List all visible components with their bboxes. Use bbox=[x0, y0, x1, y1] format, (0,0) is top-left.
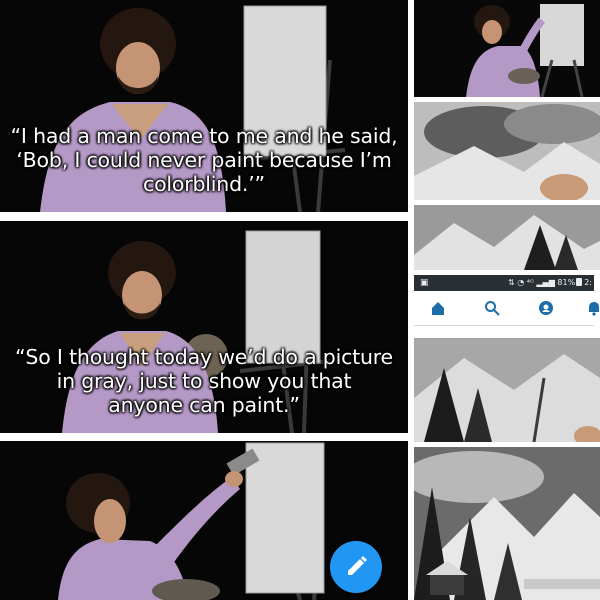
thumb-mountain-1 bbox=[414, 205, 600, 270]
painter-face bbox=[94, 499, 126, 543]
canvas bbox=[245, 442, 325, 594]
thumb-painter bbox=[414, 0, 600, 97]
battery-icon bbox=[576, 278, 583, 286]
status-bar: ▣ ⇅ ◔ ⁴ᴳ ▂▄▆ 81% 2: bbox=[414, 275, 594, 291]
thumb-mountain-2-art bbox=[414, 447, 600, 600]
caption-1: “I had a man come to me and he said, ‘Bo… bbox=[0, 124, 408, 196]
phone-app-fragment: ▣ ⇅ ◔ ⁴ᴳ ▂▄▆ 81% 2: bbox=[414, 275, 600, 333]
face-icon[interactable] bbox=[538, 300, 554, 316]
thumb-trees-art bbox=[414, 338, 600, 442]
thumb-mountain-1-art bbox=[414, 205, 600, 270]
wifi-icon: ◔ bbox=[517, 278, 525, 287]
search-icon[interactable] bbox=[484, 300, 500, 316]
battery-percent: 81% bbox=[557, 278, 576, 287]
meme-panel-2: “So I thought today we’d do a picture in… bbox=[0, 221, 408, 433]
thumb-mountain-2 bbox=[414, 447, 600, 600]
caption-1-line-3: colorblind.’” bbox=[143, 172, 265, 196]
edit-fab-button[interactable] bbox=[330, 541, 382, 593]
pencil-icon bbox=[348, 556, 367, 575]
thumb-clouds bbox=[414, 102, 600, 200]
caption-2-line-1: “So I thought today we’d do a picture bbox=[15, 345, 393, 369]
caption-2-line-2: in gray, just to show you that bbox=[56, 369, 352, 393]
status-indicators: ⇅ ◔ ⁴ᴳ ▂▄▆ 81% 2: bbox=[508, 275, 592, 291]
thumb-clouds-art bbox=[414, 102, 600, 200]
clock: 2: bbox=[584, 278, 592, 287]
data-sync-icon: ⇅ bbox=[507, 278, 515, 287]
caption-1-line-2: ‘Bob, I could never paint because I’m bbox=[16, 148, 392, 172]
caption-2-line-3: anyone can paint.” bbox=[108, 393, 300, 417]
caption-2: “So I thought today we’d do a picture in… bbox=[0, 345, 408, 417]
app-nav-bar bbox=[414, 291, 599, 326]
bell-icon[interactable] bbox=[586, 300, 600, 316]
signal-bars-icon: ▂▄▆ bbox=[536, 278, 555, 287]
canvas bbox=[245, 230, 321, 364]
meme-panel-1: “I had a man come to me and he said, ‘Bo… bbox=[0, 0, 408, 212]
thumb-painter-art bbox=[414, 0, 600, 97]
screenshot-icon: ▣ bbox=[420, 278, 429, 288]
home-icon[interactable] bbox=[430, 300, 446, 316]
thumb-trees bbox=[414, 338, 600, 442]
network-type: ⁴ᴳ bbox=[526, 278, 534, 287]
caption-1-line-1: “I had a man come to me and he said, bbox=[10, 124, 398, 148]
